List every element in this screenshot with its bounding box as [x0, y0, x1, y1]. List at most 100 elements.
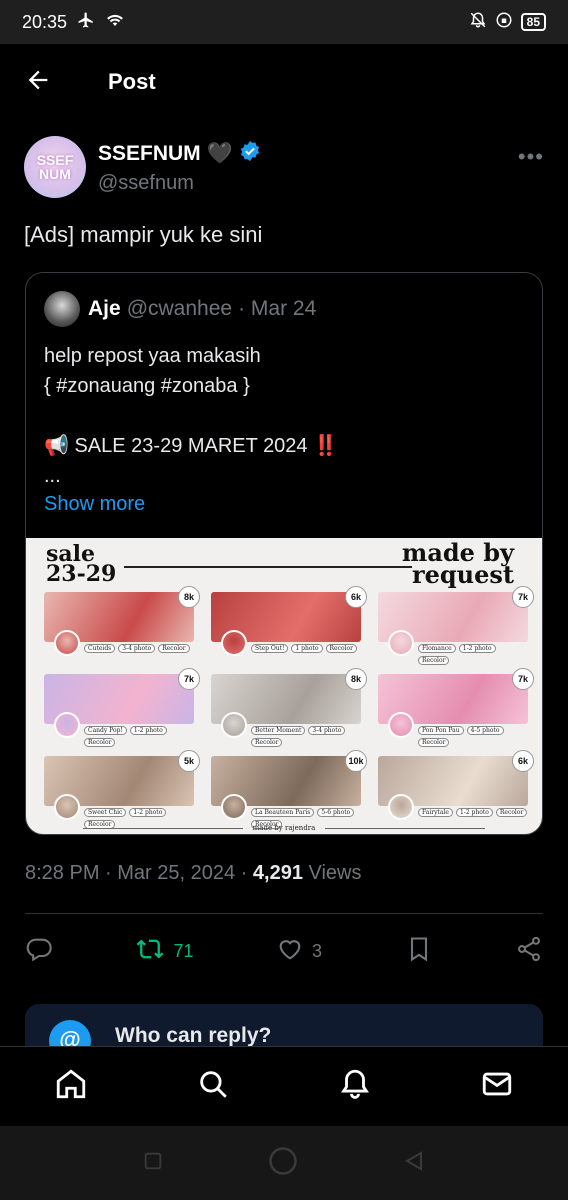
post-actions: 71 3 — [25, 928, 543, 974]
promo-card-thumb — [54, 794, 80, 820]
who-can-reply-title: Who can reply? — [115, 1024, 272, 1047]
airplane-icon — [77, 11, 95, 34]
recents-icon[interactable] — [142, 1150, 164, 1177]
post-author: SSEF NUM SSEFNUM 🖤 @ssefnum ••• — [24, 136, 544, 200]
promo-tag-photos: 5-6 photo — [317, 808, 355, 817]
show-more-link[interactable]: Show more — [44, 493, 542, 516]
price-badge: 8k — [178, 586, 200, 608]
bookmark-button[interactable] — [405, 935, 433, 968]
quote-body: help repost yaa makasih { #zonauang #zon… — [44, 345, 339, 487]
promo-tag-name: Pon Pon Pau — [418, 726, 464, 735]
promo-tag-name: Step Out! — [251, 644, 289, 653]
black-heart-emoji: 🖤 — [206, 142, 233, 165]
promo-card-tags: Candy Pop! 1-2 photo Recolor — [84, 726, 194, 747]
home-icon[interactable] — [54, 1067, 88, 1106]
divider — [25, 913, 543, 914]
retweet-count: 71 — [173, 940, 194, 961]
promo-tag-photos: 1-2 photo — [455, 808, 493, 817]
like-button[interactable]: 3 — [276, 935, 322, 968]
heart-icon — [276, 935, 304, 968]
promo-card-tags: Pon Pon Pau 4-5 photo Recolor — [418, 726, 528, 747]
promo-tag-photos: 4-5 photo — [466, 726, 504, 735]
price-badge: 7k — [512, 668, 534, 690]
promo-tag-extra: Recolor — [84, 738, 116, 747]
share-icon — [515, 935, 543, 968]
promo-card: 7k Candy Pop! 1-2 photo Recolor — [44, 668, 200, 747]
promo-tag-extra: Recolor — [251, 738, 283, 747]
promo-card-tags: Better Moment 3-4 photo Recolor — [251, 726, 361, 747]
views-count: 4,291 — [252, 862, 303, 884]
back-arrow-icon[interactable] — [24, 66, 52, 99]
promo-card-thumb — [221, 630, 247, 656]
promo-card: 5k Sweet Chic 1-2 photo Recolor — [44, 750, 200, 829]
like-count: 3 — [312, 940, 323, 961]
avatar-logo-text: SSEF NUM — [36, 152, 74, 182]
author-name[interactable]: SSEFNUM — [98, 142, 201, 166]
battery-indicator: 85 — [520, 13, 546, 31]
promo-card-tags: Fairytale 1-2 photo Recolor — [418, 808, 528, 817]
reply-button[interactable] — [25, 935, 53, 968]
bottom-navigation — [0, 1046, 568, 1126]
post-timestamp: 8:28 PM · Mar 25, 2024 · — [25, 862, 253, 884]
promo-card: 7k Flomance 1-2 photo Recolor — [378, 586, 534, 665]
promo-tag-photos: 3-4 photo — [308, 726, 346, 735]
quote-date: · Mar 24 — [238, 297, 317, 320]
price-badge: 7k — [178, 668, 200, 690]
promo-card-thumb — [54, 712, 80, 738]
promo-tag-photos: 1 photo — [291, 644, 323, 653]
promo-sale-dates: 23-29 — [46, 561, 117, 587]
home-circle-icon[interactable] — [268, 1146, 298, 1181]
reply-icon — [25, 935, 53, 968]
price-badge: 7k — [512, 586, 534, 608]
promo-tag-name: La Beauteen Paris — [251, 808, 315, 817]
quote-author-avatar[interactable] — [44, 291, 80, 327]
promo-card-tags: Flomance 1-2 photo Recolor — [418, 644, 528, 665]
status-bar: 20:35 85 — [0, 0, 568, 44]
promo-card-tags: Cuteids 3-4 photo Recolor — [84, 644, 190, 653]
promo-tag-name: Cuteids — [84, 644, 116, 653]
share-button[interactable] — [515, 935, 543, 968]
promo-grid: 8k Cuteids 3-4 photo Recolor 6k Step Out! 1 ph… — [44, 586, 534, 829]
price-badge: 6k — [345, 586, 367, 608]
promo-tag-name: Flomance — [418, 644, 456, 653]
back-triangle-icon[interactable] — [402, 1149, 426, 1178]
promo-request-text: request — [411, 560, 514, 589]
promo-tag-photos: 1-2 photo — [458, 644, 496, 653]
author-avatar[interactable]: SSEF NUM — [24, 136, 86, 198]
retweet-icon — [135, 935, 165, 968]
price-badge: 8k — [345, 668, 367, 690]
post-text: [Ads] mampir yuk ke sini — [24, 222, 263, 247]
quote-media-image[interactable]: sale 23-29 made by request 8k Cuteids 3-4 … — [26, 538, 542, 834]
quote-author-handle: @cwanhee — [126, 297, 233, 320]
promo-made-by-label: made by request — [402, 541, 514, 589]
promo-card: 6k Step Out! 1 photo Recolor — [211, 586, 367, 660]
promo-sale-label: sale 23-29 — [46, 543, 117, 587]
page-title: Post — [108, 69, 156, 94]
promo-tag-extra: Recolor — [418, 738, 450, 747]
notifications-icon[interactable] — [338, 1067, 372, 1106]
author-handle[interactable]: @ssefnum — [98, 172, 261, 195]
views-label: Views — [302, 862, 362, 884]
messages-icon[interactable] — [480, 1067, 514, 1106]
wifi-icon — [105, 11, 125, 34]
promo-card-thumb — [388, 712, 414, 738]
verified-badge-icon — [239, 140, 261, 168]
promo-card: 8k Better Moment 3-4 photo Recolor — [211, 668, 367, 747]
more-options-icon[interactable]: ••• — [518, 144, 544, 170]
status-time: 20:35 — [22, 11, 68, 32]
quote-author-name: Aje — [88, 297, 121, 320]
price-badge: 6k — [512, 750, 534, 772]
promo-tag-name: Better Moment — [251, 726, 306, 735]
promo-divider — [124, 566, 412, 568]
promo-tag-photos: 3-4 photo — [118, 644, 156, 653]
promo-card: 10k La Beauteen Paris 5-6 photo Recolor — [211, 750, 367, 829]
promo-card: 8k Cuteids 3-4 photo Recolor — [44, 586, 200, 660]
mute-icon — [469, 11, 487, 34]
search-icon[interactable] — [196, 1067, 230, 1106]
promo-card: 6k Fairytale 1-2 photo Recolor — [378, 750, 534, 824]
promo-card-thumb — [221, 712, 247, 738]
quoted-post[interactable]: Aje @cwanhee · Mar 24 help repost yaa ma… — [25, 272, 543, 835]
bookmark-icon — [405, 935, 433, 968]
system-navigation-bar — [0, 1126, 568, 1200]
retweet-button[interactable]: 71 — [135, 935, 194, 968]
